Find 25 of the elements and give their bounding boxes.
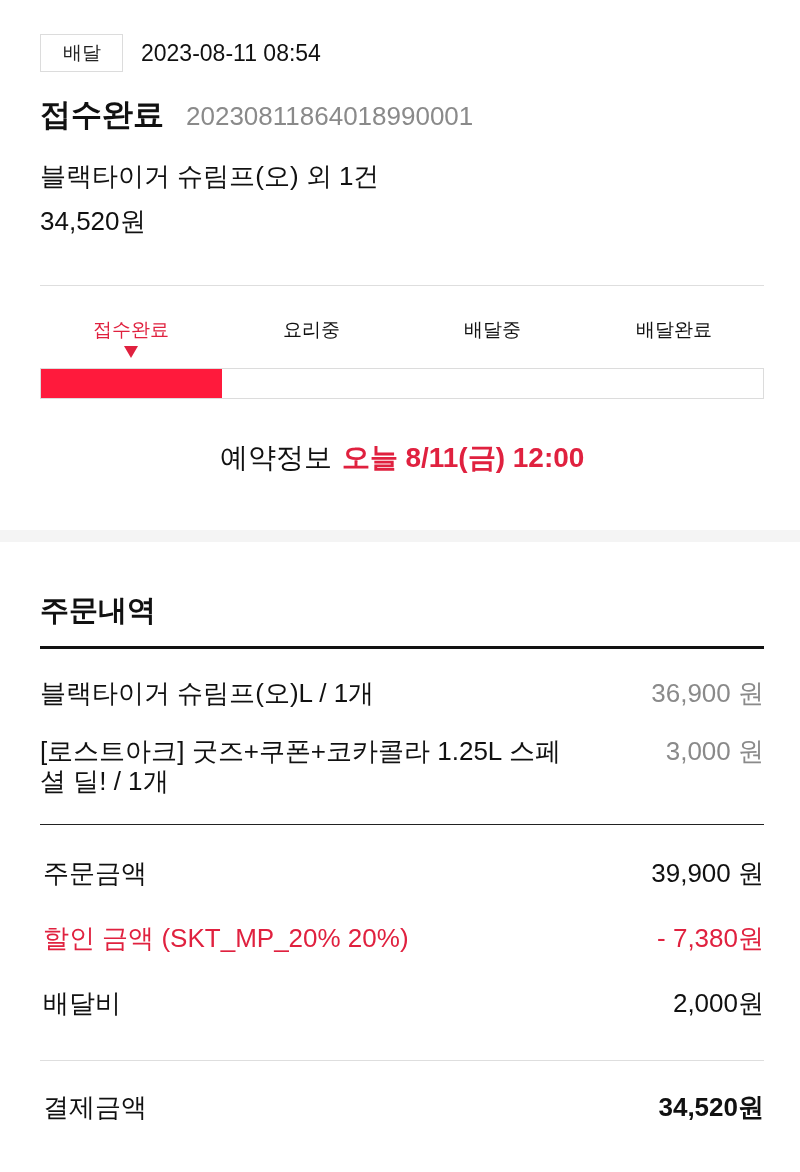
- progress-step-label: 접수완료: [92, 318, 169, 342]
- order-type-tag: 배달: [40, 34, 123, 72]
- item-name: [로스트아크] 굿즈+쿠폰+코카콜라 1.25L 스페셜 딜! / 1개: [40, 736, 562, 796]
- item-price: 36,900 원: [651, 678, 764, 708]
- payment-amount: 34,520원: [658, 1090, 764, 1124]
- charge-amount: 39,900 원: [651, 857, 764, 890]
- charge-label: 배달비: [42, 987, 121, 1020]
- section-title: 주문내역: [40, 593, 156, 628]
- reservation-time: 오늘 8/11(금) 12:00: [341, 441, 585, 475]
- progress-step-label: 요리중: [283, 318, 340, 342]
- charge-label: 할인 금액 (SKT_MP_20% 20%): [42, 922, 409, 955]
- order-summary: 블랙타이거 슈림프(오) 외 1건: [40, 160, 380, 193]
- charge-amount: - 7,380원: [657, 922, 764, 955]
- charge-label: 주문금액: [42, 857, 147, 890]
- order-status-title: 접수완료: [40, 96, 164, 134]
- payment-label: 결제금액: [42, 1090, 147, 1124]
- order-number: 20230811864018990001: [186, 101, 474, 132]
- reservation-label: 예약정보: [219, 441, 332, 475]
- progress-step-label: 배달중: [464, 318, 521, 342]
- progress-step-label: 배달완료: [635, 318, 712, 342]
- item-name: 블랙타이거 슈림프(오)L / 1개: [40, 678, 376, 708]
- order-datetime: 2023-08-11 08:54: [141, 39, 321, 67]
- order-total: 34,520원: [40, 205, 146, 238]
- item-price: 3,000 원: [665, 736, 764, 766]
- charge-amount: 2,000원: [672, 987, 764, 1020]
